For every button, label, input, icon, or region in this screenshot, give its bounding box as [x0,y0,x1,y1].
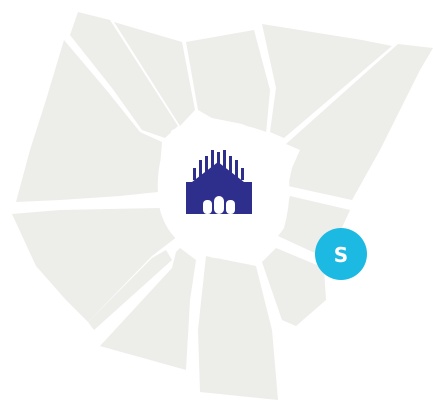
marker-label: S [334,243,348,267]
district-north-central[interactable] [186,30,270,134]
city-map: S [0,0,433,405]
map-canvas: S [12,12,433,400]
location-marker[interactable]: S [315,228,367,280]
district-south[interactable] [198,256,278,400]
